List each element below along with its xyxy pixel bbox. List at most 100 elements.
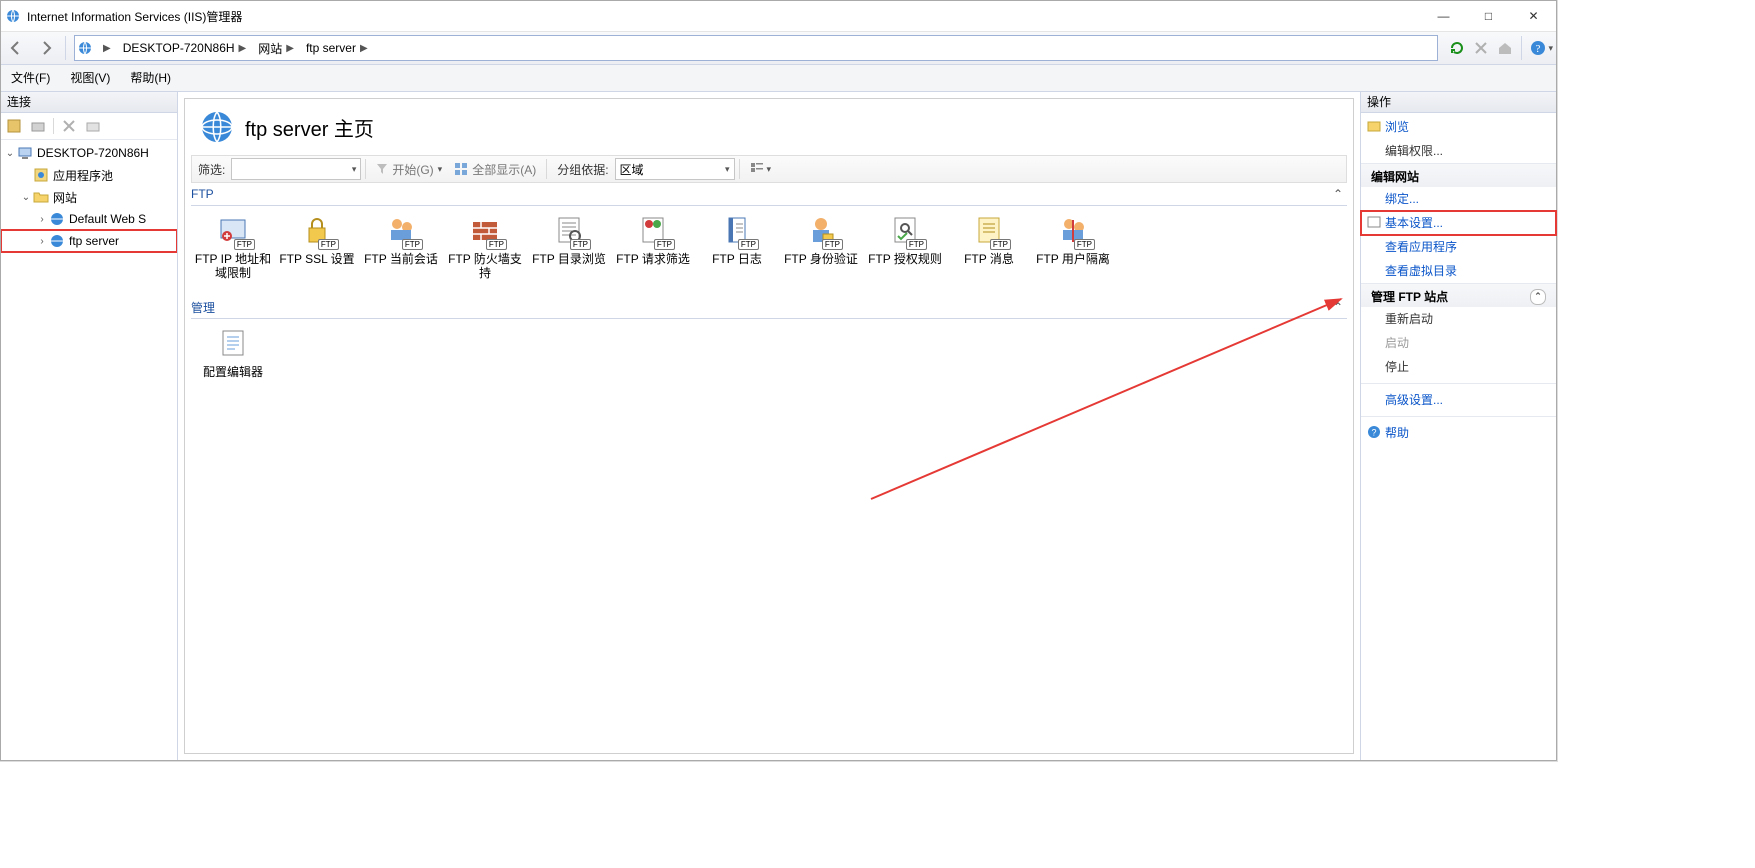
help-icon[interactable]: ?: [1528, 38, 1548, 58]
group-header[interactable]: 管理 ⌃: [191, 296, 1347, 319]
forward-button[interactable]: [32, 34, 60, 62]
firewall-icon: FTP: [467, 212, 503, 248]
feature-config-editor[interactable]: 配置编辑器: [191, 325, 275, 379]
collapse-icon[interactable]: ⌄: [19, 192, 33, 203]
stop-button[interactable]: [1471, 38, 1491, 58]
action-basic-settings[interactable]: 基本设置...: [1361, 211, 1556, 235]
action-advanced[interactable]: 高级设置...: [1361, 388, 1556, 412]
nav-tools: ? ▾: [1442, 36, 1556, 60]
chevron-right-icon: ▶: [360, 43, 368, 54]
log-icon: FTP: [719, 212, 755, 248]
feature-ftp-msg[interactable]: FTPFTP 消息: [947, 212, 1031, 280]
breadcrumb[interactable]: ftp server▶: [300, 37, 374, 59]
iis-manager-window: Internet Information Services (IIS)管理器 —…: [0, 0, 1557, 761]
feature-ftp-iso[interactable]: FTPFTP 用户隔离: [1031, 212, 1115, 280]
address-bar[interactable]: ▶ DESKTOP-720N86H▶ 网站▶ ftp server▶: [74, 35, 1438, 61]
filter-icon: FTP: [635, 212, 671, 248]
home-button[interactable]: [1495, 38, 1515, 58]
body: 连接 ⌄ DESKTOP-720N86H 应用程序池: [1, 92, 1556, 760]
expand-icon[interactable]: ›: [35, 236, 49, 247]
action-bindings[interactable]: 绑定...: [1361, 187, 1556, 211]
explorer-icon: [1367, 119, 1381, 133]
group-manage: 管理 ⌃ 配置编辑器: [191, 296, 1347, 395]
ip-icon: FTP: [215, 212, 251, 248]
breadcrumb-arrow[interactable]: ▶: [93, 37, 117, 59]
group-items: FTPFTP IP 地址和域限制 FTPFTP SSL 设置 FTPFTP 当前…: [191, 206, 1347, 296]
close-button[interactable]: ✕: [1511, 1, 1556, 31]
tree-node-ftp-server[interactable]: › ftp server: [1, 230, 177, 252]
up-icon[interactable]: [84, 117, 102, 135]
breadcrumb[interactable]: DESKTOP-720N86H▶: [117, 37, 253, 59]
feature-ftp-sessions[interactable]: FTPFTP 当前会话: [359, 212, 443, 280]
divider: [1361, 383, 1556, 384]
feature-ftp-auth[interactable]: FTPFTP 身份验证: [779, 212, 863, 280]
connect-icon[interactable]: [29, 117, 47, 135]
site-icon: [49, 211, 65, 227]
collapse-icon[interactable]: ⌄: [3, 148, 17, 159]
save-icon[interactable]: [5, 117, 23, 135]
refresh-button[interactable]: [1447, 38, 1467, 58]
delete-icon[interactable]: [60, 117, 78, 135]
show-all-button[interactable]: 全部显示(A): [448, 157, 542, 181]
help-icon: ?: [1367, 425, 1381, 439]
minimize-button[interactable]: —: [1421, 1, 1466, 31]
authz-icon: FTP: [887, 212, 923, 248]
tree-node-app-pools[interactable]: 应用程序池: [1, 164, 177, 186]
page-title-text: ftp server 主页: [245, 113, 374, 142]
view-mode-button[interactable]: ▾: [744, 157, 778, 181]
chevron-down-icon[interactable]: ▾: [1548, 43, 1553, 54]
feature-ftp-firewall[interactable]: FTPFTP 防火墙支持: [443, 212, 527, 280]
action-view-apps[interactable]: 查看应用程序: [1361, 235, 1556, 259]
collapse-icon[interactable]: ⌃: [1333, 187, 1347, 201]
collapse-icon[interactable]: ⌃: [1530, 289, 1546, 305]
feature-ftp-filter[interactable]: FTPFTP 请求筛选: [611, 212, 695, 280]
action-view-vdir[interactable]: 查看虚拟目录: [1361, 259, 1556, 283]
filter-label: 筛选:: [192, 161, 231, 178]
feature-ftp-ip[interactable]: FTPFTP IP 地址和域限制: [191, 212, 275, 280]
menubar: 文件(F) 视图(V) 帮助(H): [1, 65, 1556, 92]
group-header[interactable]: FTP ⌃: [191, 183, 1347, 206]
expand-icon[interactable]: ›: [35, 214, 49, 225]
section-edit-site: 编辑网站: [1361, 163, 1556, 187]
ssl-icon: FTP: [299, 212, 335, 248]
chevron-right-icon: ▶: [286, 43, 294, 54]
filter-start-button[interactable]: 开始(G) ▾: [370, 157, 448, 181]
filter-combo[interactable]: ▾: [231, 158, 361, 180]
action-browse[interactable]: 浏览: [1361, 115, 1556, 139]
back-button[interactable]: [2, 34, 30, 62]
svg-text:?: ?: [1536, 43, 1541, 55]
action-start: 启动: [1361, 331, 1556, 355]
menu-file[interactable]: 文件(F): [1, 65, 60, 91]
connections-pane: 连接 ⌄ DESKTOP-720N86H 应用程序池: [1, 92, 178, 760]
tree-node-server[interactable]: ⌄ DESKTOP-720N86H: [1, 142, 177, 164]
msg-icon: FTP: [971, 212, 1007, 248]
window-title: Internet Information Services (IIS)管理器: [27, 8, 242, 25]
server-icon: [17, 145, 33, 161]
tree-node-default-site[interactable]: › Default Web S: [1, 208, 177, 230]
titlebar: Internet Information Services (IIS)管理器 —…: [1, 1, 1556, 32]
globe-icon: [77, 40, 93, 56]
navbar: ▶ DESKTOP-720N86H▶ 网站▶ ftp server▶ ? ▾: [1, 32, 1556, 65]
action-restart[interactable]: 重新启动: [1361, 307, 1556, 331]
menu-view[interactable]: 视图(V): [60, 65, 120, 91]
feature-ftp-ssl[interactable]: FTPFTP SSL 设置: [275, 212, 359, 280]
action-help[interactable]: ? 帮助: [1361, 421, 1556, 445]
feature-ftp-log[interactable]: FTPFTP 日志: [695, 212, 779, 280]
svg-text:?: ?: [1371, 428, 1376, 438]
divider: [65, 36, 66, 60]
auth-icon: FTP: [803, 212, 839, 248]
actions-pane: 操作 浏览 编辑权限... 编辑网站 绑定... 基本设置... 查看应用程序 …: [1361, 92, 1556, 760]
action-stop[interactable]: 停止: [1361, 355, 1556, 379]
sessions-icon: FTP: [383, 212, 419, 248]
feature-ftp-authz[interactable]: FTPFTP 授权规则: [863, 212, 947, 280]
action-edit-permissions[interactable]: 编辑权限...: [1361, 139, 1556, 163]
maximize-button[interactable]: □: [1466, 1, 1511, 31]
feature-ftp-browse[interactable]: FTPFTP 目录浏览: [527, 212, 611, 280]
collapse-icon[interactable]: ⌃: [1333, 300, 1347, 314]
breadcrumb[interactable]: 网站▶: [252, 37, 300, 59]
tree-node-sites[interactable]: ⌄ 网站: [1, 186, 177, 208]
connections-tree: ⌄ DESKTOP-720N86H 应用程序池 ⌄ 网站 ›: [1, 140, 177, 254]
group-by-combo[interactable]: 区域 ▾: [615, 158, 735, 180]
menu-help[interactable]: 帮助(H): [120, 65, 181, 91]
page-title: ftp server 主页: [185, 99, 1353, 155]
